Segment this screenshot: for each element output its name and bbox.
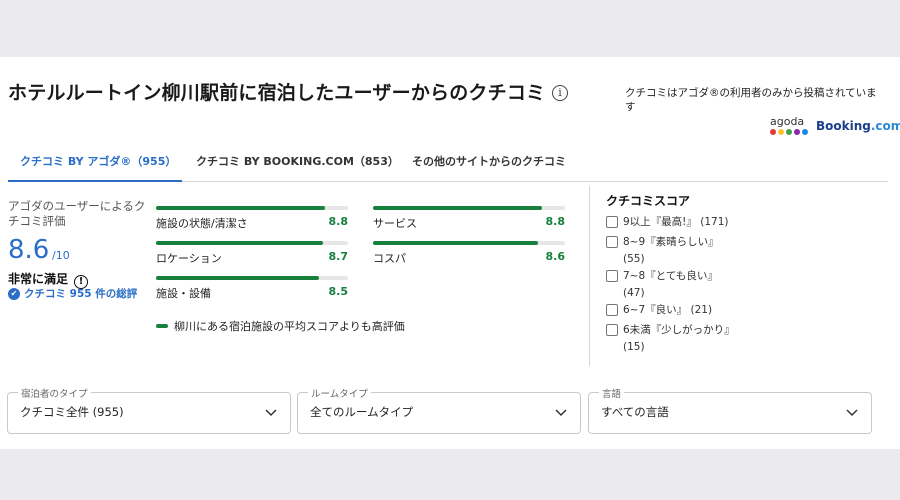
select-value: クチコミ全件 (955) [20, 405, 124, 419]
check-circle-icon: ✔ [8, 287, 20, 300]
language-select[interactable]: 言語 すべての言語 [588, 386, 872, 434]
score-filter-option[interactable]: 6~7『良い』 (21) [606, 302, 712, 319]
category-label: サービス [373, 217, 417, 230]
score-filter-count: (171) [700, 216, 729, 228]
agoda-dot [770, 129, 776, 135]
score-filter-option[interactable]: 6未満『少しがっかり』 (15) [606, 322, 735, 356]
tab-booking-reviews[interactable]: クチコミ BY BOOKING.COM（853） [184, 148, 411, 182]
score-bar-fill [156, 276, 320, 280]
score-filter-text: 9以上『最高!』 (171) [623, 214, 728, 231]
score-bar-track [373, 241, 565, 245]
agoda-logo: agoda [770, 116, 810, 136]
select-label: 宿泊者のタイプ [18, 386, 91, 400]
category-label: コスパ [373, 252, 406, 265]
category-value: 8.6 [545, 250, 566, 263]
select-label: 言語 [599, 386, 625, 400]
reviews-notice: クチコミはアゴダ®の利用者のみから投稿されています [625, 87, 877, 113]
agoda-dot [802, 129, 808, 135]
booking-logo: Booking.com [816, 119, 900, 133]
overall-score-max: /10 [52, 249, 70, 262]
score-bar-fill [373, 206, 542, 210]
score-bar-track [156, 241, 348, 245]
tab-agoda-reviews[interactable]: クチコミ BY アゴダ®（955） [8, 148, 182, 182]
agoda-dot [786, 129, 792, 135]
chevron-down-icon [846, 409, 858, 417]
partner-logos: agoda Booking.com [770, 116, 900, 136]
score-filter-count: (21) [690, 304, 713, 316]
category-value: 8.7 [328, 250, 349, 263]
score-bar-track [373, 206, 565, 210]
checkbox[interactable] [606, 324, 618, 336]
score-filter-label: 6~7『良い』 [623, 304, 688, 316]
score-filter-text: 6未満『少しがっかり』 (15) [623, 322, 735, 356]
total-reviews-text: クチコミ 955 件の総評 [24, 288, 138, 300]
page-title: ホテルルートイン柳川駅前に宿泊したユーザーからのクチコミ [8, 82, 546, 104]
category-label: 施設・設備 [156, 287, 211, 300]
checkbox[interactable] [606, 236, 618, 248]
comparison-legend: 柳川にある宿泊施設の平均スコアよりも高評価 [156, 318, 405, 334]
score-filter-text: 7~8『とても良い』 (47) [623, 268, 718, 302]
booking-logo-suffix: .com [870, 119, 900, 133]
score-bar-fill [156, 241, 324, 245]
score-bar-fill [156, 206, 325, 210]
score-bar-track [156, 276, 348, 280]
checkbox[interactable] [606, 304, 618, 316]
select-value: 全てのルームタイプ [310, 405, 414, 419]
score-filter-label: 9以上『最高!』 [623, 216, 697, 228]
score-filter-option[interactable]: 8~9『素晴らしい』 (55) [606, 234, 719, 268]
overall-score: 8.6 [8, 235, 50, 265]
category-label: ロケーション [156, 252, 222, 265]
score-filter-count: (47) [623, 287, 645, 299]
total-reviews-link[interactable]: ✔ クチコミ 955 件の総評 [8, 286, 137, 301]
select-label: ルームタイプ [308, 386, 371, 400]
review-source-tabs: クチコミ BY アゴダ®（955） クチコミ BY BOOKING.COM（85… [8, 148, 888, 182]
agoda-dot [778, 129, 784, 135]
score-filter-title: クチコミスコア [606, 194, 691, 208]
category-score: 施設・設備 8.5 [156, 276, 348, 310]
score-filter-label: 8~9『素晴らしい』 [623, 236, 719, 248]
chevron-down-icon [265, 409, 277, 417]
category-value: 8.8 [545, 215, 566, 228]
chevron-down-icon [555, 409, 567, 417]
booking-logo-text: Booking [816, 119, 871, 133]
agoda-logo-dots [770, 129, 810, 135]
category-value: 8.5 [328, 285, 349, 298]
score-filter-text: 6~7『良い』 (21) [623, 302, 712, 319]
agoda-dot [794, 129, 800, 135]
category-score: 施設の状態/清潔さ 8.8 [156, 206, 348, 240]
room-type-select[interactable]: ルームタイプ 全てのルームタイプ [297, 386, 581, 434]
traveler-type-select[interactable]: 宿泊者のタイプ クチコミ全件 (955) [7, 386, 291, 434]
score-filter-label: 7~8『とても良い』 [623, 270, 718, 282]
legend-swatch [156, 324, 168, 328]
overall-score-label: アゴダのユーザーによるクチコミ評価 [8, 199, 146, 228]
score-filter-label: 6未満『少しがっかり』 [623, 324, 735, 336]
category-score: サービス 8.8 [373, 206, 565, 240]
score-bar-fill [373, 241, 539, 245]
select-value: すべての言語 [601, 405, 669, 419]
category-score: ロケーション 8.7 [156, 241, 348, 275]
score-filter-text: 8~9『素晴らしい』 (55) [623, 234, 719, 268]
score-filter-option[interactable]: 9以上『最高!』 (171) [606, 214, 728, 231]
checkbox[interactable] [606, 270, 618, 282]
tab-other-site-reviews[interactable]: その他のサイトからのクチコミ [400, 148, 578, 182]
category-label: 施設の状態/清潔さ [156, 217, 248, 230]
verdict-text: 非常に満足 [8, 272, 69, 286]
info-icon[interactable]: i [552, 85, 568, 101]
score-filter-count: (15) [623, 341, 645, 353]
agoda-logo-text: agoda [770, 115, 805, 128]
score-filter-option[interactable]: 7~8『とても良い』 (47) [606, 268, 718, 302]
category-value: 8.8 [328, 215, 349, 228]
checkbox[interactable] [606, 216, 618, 228]
score-bar-track [156, 206, 348, 210]
section-divider [589, 186, 590, 366]
category-score: コスパ 8.6 [373, 241, 565, 275]
score-filter-count: (55) [623, 253, 645, 265]
comparison-legend-text: 柳川にある宿泊施設の平均スコアよりも高評価 [174, 320, 405, 333]
